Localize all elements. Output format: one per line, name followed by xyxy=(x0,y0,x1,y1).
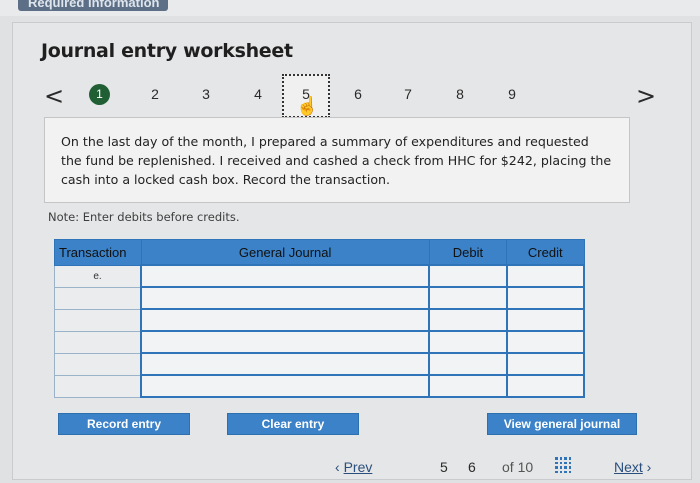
step-9[interactable]: 9 xyxy=(502,86,522,102)
page-number-a: 5 xyxy=(440,459,448,475)
next-link[interactable]: Next › xyxy=(614,459,651,475)
page-of-total: of 10 xyxy=(502,459,534,475)
page-number-b: 6 xyxy=(468,459,476,475)
credit-cell[interactable] xyxy=(505,286,586,310)
step-1[interactable]: 1 xyxy=(89,84,110,105)
step-8[interactable]: 8 xyxy=(450,86,470,102)
credit-header: Credit xyxy=(506,239,585,266)
page-title: Journal entry worksheet xyxy=(41,40,293,62)
view-general-journal-button[interactable]: View general journal xyxy=(487,413,637,435)
journal-cell[interactable] xyxy=(140,330,431,354)
credit-cell[interactable] xyxy=(505,352,586,376)
credit-cell[interactable] xyxy=(505,330,586,354)
credit-cell[interactable] xyxy=(505,308,586,332)
table-row xyxy=(54,374,586,398)
grid-icon[interactable] xyxy=(555,457,571,473)
step-6[interactable]: 6 xyxy=(348,86,368,102)
record-entry-button[interactable]: Record entry xyxy=(58,413,190,435)
table-row xyxy=(54,352,586,376)
journal-table: Transaction General Journal Debit Credit… xyxy=(54,239,586,398)
prev-link[interactable]: ‹ Prev xyxy=(335,459,372,475)
transaction-cell xyxy=(54,352,142,376)
journal-cell[interactable] xyxy=(140,374,431,398)
table-row xyxy=(54,330,586,354)
credit-cell[interactable] xyxy=(505,374,586,398)
transaction-cell: e. xyxy=(54,264,142,288)
table-row: e. xyxy=(54,264,586,288)
step-2[interactable]: 2 xyxy=(145,86,165,102)
transaction-cell xyxy=(54,374,142,398)
debit-header: Debit xyxy=(428,239,508,266)
step-4[interactable]: 4 xyxy=(248,86,268,102)
clear-entry-button[interactable]: Clear entry xyxy=(227,413,359,435)
next-step-arrow[interactable]: > xyxy=(636,82,656,110)
debit-cell[interactable] xyxy=(428,286,508,310)
debit-cell[interactable] xyxy=(428,308,508,332)
prev-label: Prev xyxy=(343,459,373,475)
note-text: Note: Enter debits before credits. xyxy=(48,210,240,224)
question-box: On the last day of the month, I prepared… xyxy=(44,117,630,203)
step-3[interactable]: 3 xyxy=(196,86,216,102)
next-label: Next xyxy=(614,459,643,475)
hand-cursor-icon: ☝ xyxy=(296,96,319,116)
credit-cell[interactable] xyxy=(505,264,586,288)
table-row xyxy=(54,308,586,332)
general-journal-header: General Journal xyxy=(140,239,430,266)
required-information-tab[interactable]: Required information xyxy=(18,0,168,11)
debit-cell[interactable] xyxy=(428,264,508,288)
transaction-header: Transaction xyxy=(54,239,142,266)
prev-step-arrow[interactable]: < xyxy=(44,82,64,110)
debit-cell[interactable] xyxy=(428,352,508,376)
transaction-cell xyxy=(54,286,142,310)
transaction-cell xyxy=(54,308,142,332)
table-row xyxy=(54,286,586,310)
journal-cell[interactable] xyxy=(140,352,431,376)
debit-cell[interactable] xyxy=(428,374,508,398)
journal-cell[interactable] xyxy=(140,308,431,332)
journal-cell[interactable] xyxy=(140,286,431,310)
step-7[interactable]: 7 xyxy=(398,86,418,102)
journal-cell[interactable] xyxy=(140,264,431,288)
transaction-cell xyxy=(54,330,142,354)
debit-cell[interactable] xyxy=(428,330,508,354)
